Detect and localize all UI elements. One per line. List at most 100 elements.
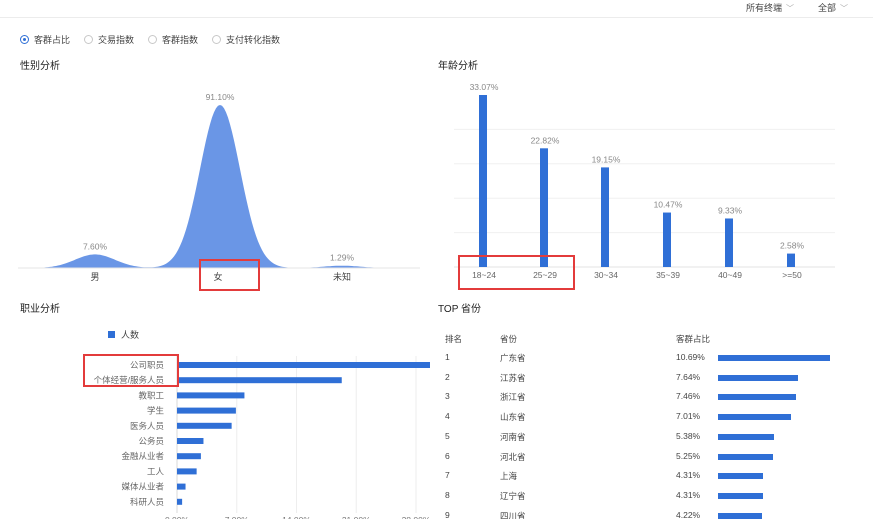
province-share: 7.64%: [676, 371, 701, 382]
province-rank: 5: [445, 430, 450, 441]
occupation-bar: [177, 453, 201, 460]
age-bar: [663, 212, 671, 267]
annotation-box-top-occupations: [83, 354, 179, 387]
occupation-bar: [177, 483, 186, 490]
province-share: 4.31%: [676, 470, 701, 481]
province-rank: 9: [445, 509, 450, 519]
province-table-row: 3 浙江省 7.46%: [438, 388, 858, 407]
province-rank: 2: [445, 371, 450, 382]
occupation-bar: [177, 407, 236, 414]
province-table-row: 7 上海 4.31%: [438, 467, 858, 486]
province-table-row: 5 河南省 5.38%: [438, 428, 858, 447]
age-tick-label: 35~39: [656, 270, 680, 280]
province-share: 4.31%: [676, 489, 701, 500]
province-share: 10.69%: [676, 352, 705, 362]
occupation-category-label: 教职工: [138, 390, 164, 400]
province-share: 4.22%: [676, 509, 701, 519]
province-share-bar: [718, 433, 775, 440]
province-share: 7.01%: [676, 411, 701, 422]
age-data-label: 9.33%: [718, 205, 743, 215]
occupation-bar: [177, 422, 232, 429]
occupation-category-label: 学生: [147, 406, 165, 416]
occupation-bar: [177, 362, 430, 368]
province-table-row: 1 广东省 10.69%: [438, 349, 858, 368]
age-tick-label: >=50: [782, 270, 802, 280]
channel-dropdown-label: 所有终端: [746, 3, 783, 13]
channel-dropdown[interactable]: 所有终端 ﹀: [746, 1, 794, 14]
radio-label: 客群占比: [34, 35, 71, 45]
annotation-box-female: [199, 259, 260, 291]
gender-category-label: 男: [90, 272, 99, 282]
age-bar: [787, 253, 795, 267]
province-share-bar: [718, 492, 764, 499]
metric-radio-group: 客群占比 交易指数 客群指数 支付转化指数: [20, 33, 280, 46]
radio-customer-index[interactable]: 客群指数: [148, 33, 198, 46]
age-data-label: 22.82%: [531, 135, 560, 145]
occupation-section-title: 职业分析: [20, 304, 60, 315]
province-share-bar: [718, 414, 792, 421]
province-section-title: TOP 省份: [438, 304, 481, 315]
age-data-label: 33.07%: [470, 82, 499, 92]
occupation-category-label: 媒体从业者: [121, 482, 164, 492]
gender-data-label: 91.10%: [206, 92, 235, 102]
province-rank: 7: [445, 470, 450, 481]
occupation-bar: [177, 498, 183, 505]
gender-category-label: 未知: [333, 271, 351, 282]
age-tick-label: 40~49: [718, 270, 742, 280]
province-share: 7.46%: [676, 391, 701, 402]
radio-customer-share[interactable]: 客群占比: [20, 33, 70, 46]
radio-pay-conversion-index[interactable]: 支付转化指数: [212, 33, 280, 46]
radio-label: 支付转化指数: [226, 35, 281, 45]
province-name: 河南省: [500, 431, 526, 442]
province-table-row: 2 江苏省 7.64%: [438, 369, 858, 388]
occupation-tick-label: 14.00%: [282, 515, 311, 519]
province-share-bar: [718, 374, 799, 381]
gender-data-label: 1.29%: [330, 253, 355, 263]
radio-label: 交易指数: [98, 35, 135, 45]
gender-section-title: 性别分析: [20, 61, 60, 72]
occupation-tick-label: 21.00%: [342, 515, 371, 519]
chevron-down-icon: ﹀: [786, 4, 795, 13]
province-share-bar: [718, 394, 797, 401]
column-header-province: 省份: [500, 334, 518, 344]
occupation-tick-label: 0.00%: [165, 515, 190, 519]
province-name: 江苏省: [500, 372, 526, 383]
radio-trade-index[interactable]: 交易指数: [84, 33, 134, 46]
occupation-bar: [177, 438, 204, 444]
age-bar: [725, 218, 733, 267]
province-table-row: 9 四川省 4.22%: [438, 507, 858, 519]
gender-area-chart: 7.60%男91.10%女1.29%未知: [18, 92, 420, 282]
province-name: 广东省: [500, 353, 526, 363]
province-table-row: 4 山东省 7.01%: [438, 408, 858, 427]
province-name: 辽宁省: [500, 490, 526, 501]
province-rank: 1: [445, 352, 450, 362]
occupation-bar: [177, 468, 197, 475]
province-table-row: 6 河北省 5.25%: [438, 448, 858, 467]
age-data-label: 10.47%: [654, 200, 683, 210]
radio-unchecked-icon: [212, 35, 222, 44]
province-share-bar: [718, 355, 830, 361]
age-data-label: 2.58%: [780, 241, 805, 251]
scope-dropdown-label: 全部: [818, 3, 837, 13]
occupation-category-label: 工人: [147, 466, 165, 476]
radio-checked-icon: [20, 35, 29, 44]
province-name: 上海: [500, 471, 518, 482]
province-name: 山东省: [500, 412, 526, 423]
occupation-bar: [177, 392, 245, 399]
province-rank: 8: [445, 489, 450, 500]
age-tick-label: 30~34: [594, 270, 618, 280]
occupation-category-label: 金融从业者: [121, 451, 164, 461]
province-rank: 4: [445, 411, 450, 422]
scope-dropdown[interactable]: 全部 ﹀: [818, 1, 848, 14]
province-share: 5.25%: [676, 450, 701, 461]
occupation-bar-chart: 人数0.00%7.00%14.00%21.00%28.00%公司职员个体经营/服…: [94, 329, 430, 519]
occupation-tick-label: 28.00%: [402, 515, 430, 519]
province-name: 四川省: [500, 510, 526, 519]
column-header-rank: 排名: [445, 334, 463, 344]
radio-unchecked-icon: [84, 35, 94, 44]
age-bar: [479, 95, 487, 267]
radio-label: 客群指数: [162, 35, 199, 45]
occupation-tick-label: 7.00%: [225, 515, 250, 519]
top-bar: 所有终端 ﹀ 全部 ﹀: [0, 0, 873, 18]
radio-unchecked-icon: [148, 35, 158, 44]
